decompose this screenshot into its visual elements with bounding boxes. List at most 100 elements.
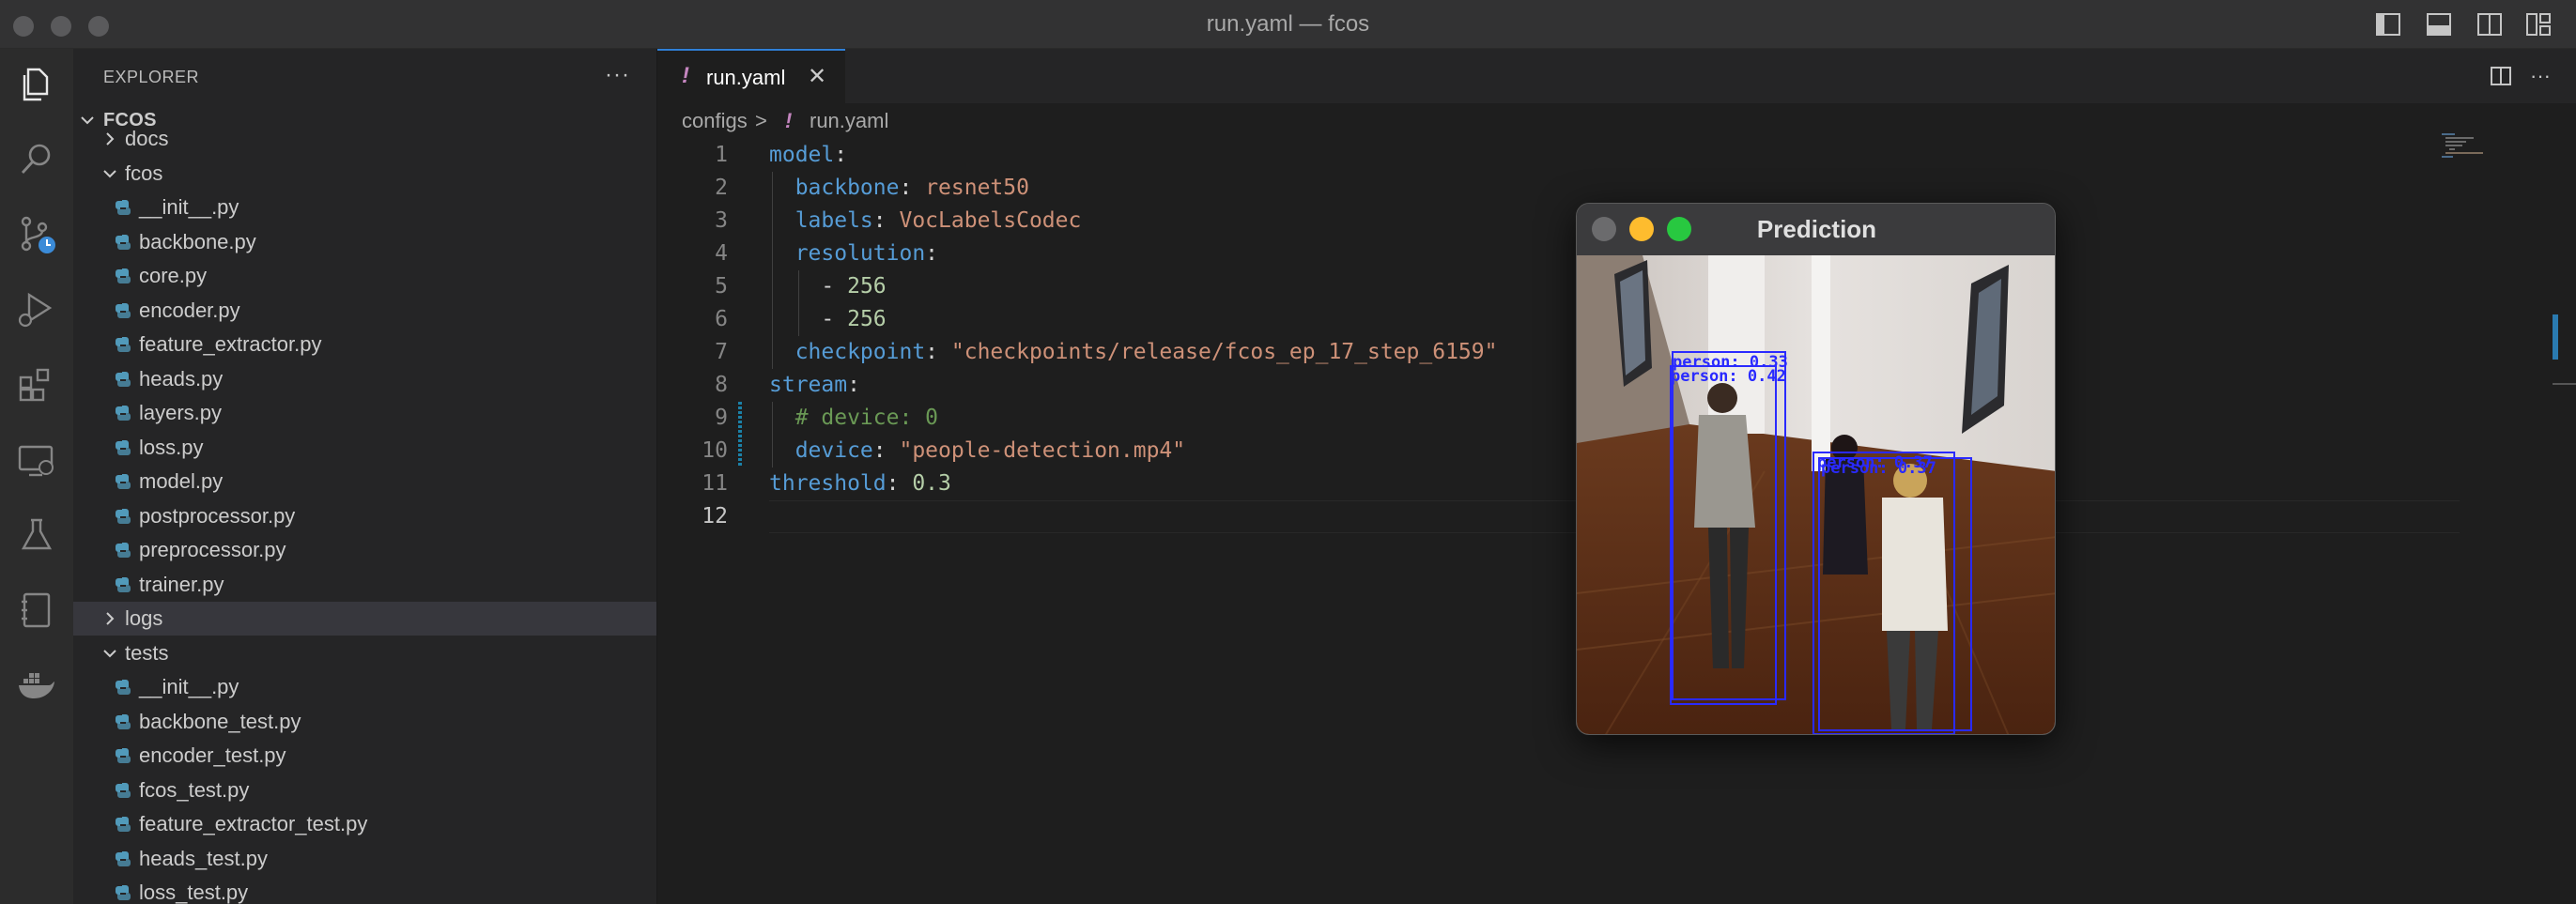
remote-explorer-icon[interactable] (16, 439, 57, 481)
chevron-down-icon (103, 650, 116, 658)
code-text: - 256 (769, 270, 887, 303)
split-editor-icon[interactable] (2489, 64, 2513, 88)
run-debug-icon[interactable] (16, 289, 57, 330)
python-file-icon (116, 577, 131, 592)
prediction-window[interactable]: Prediction person: 0.33 person: 0.42 per… (1576, 203, 2056, 735)
code-line[interactable]: 11 threshold: 0.3 (657, 467, 2442, 500)
line-number: 7 (715, 340, 728, 364)
code-token: : (834, 143, 848, 167)
line-number: 9 (715, 406, 728, 430)
source-control-icon[interactable] (16, 214, 57, 255)
code-token: model (769, 143, 835, 167)
code-token: : (847, 373, 860, 397)
tab-bar: ! run.yaml ✕ ··· (657, 49, 2576, 103)
python-file-icon (116, 200, 131, 215)
tree-file[interactable]: core.py (73, 259, 656, 293)
tree-file-label: encoder_test.py (139, 743, 286, 767)
line-number: 4 (715, 241, 728, 266)
tree-file[interactable]: postprocessor.py (73, 499, 656, 533)
tree-file-label: trainer.py (139, 573, 224, 596)
python-file-icon (116, 543, 131, 558)
explorer-icon[interactable] (16, 64, 57, 105)
code-token: # device: 0 (769, 406, 939, 430)
tree-file[interactable]: loss.py (73, 431, 656, 465)
python-file-icon (116, 817, 131, 832)
docker-icon[interactable] (16, 665, 57, 706)
code-token: 0.3 (912, 471, 951, 496)
code-line[interactable]: 7 checkpoint: "checkpoints/release/fcos_… (657, 336, 2442, 369)
tree-file-label: preprocessor.py (139, 538, 286, 561)
notebook-icon[interactable] (16, 590, 57, 631)
tree-file[interactable]: model.py (73, 465, 656, 498)
toggle-primary-sidebar-icon[interactable] (2374, 11, 2402, 38)
tree-file[interactable]: encoder_test.py (73, 739, 656, 773)
minimap[interactable] (2442, 133, 2517, 161)
code-line[interactable]: 10 device: "people-detection.mp4" (657, 435, 2442, 467)
code-line[interactable]: 3 labels: VocLabelsCodec (657, 205, 2442, 237)
tree-file[interactable]: heads.py (73, 362, 656, 396)
editor-more-actions-icon[interactable]: ··· (2530, 64, 2551, 88)
code-line[interactable]: 1 model: (657, 139, 2442, 172)
python-file-icon (116, 851, 131, 866)
tree-file[interactable]: loss_test.py (73, 876, 656, 904)
code-text: backbone: resnet50 (769, 172, 1029, 205)
tree-file[interactable]: __init__.py (73, 670, 656, 704)
breadcrumb-folder[interactable]: configs (682, 109, 748, 133)
tree-file[interactable]: layers.py (73, 396, 656, 430)
tree-file[interactable]: feature_extractor_test.py (73, 807, 656, 841)
line-number: 6 (715, 307, 728, 331)
code-token: : (872, 438, 900, 463)
tree-file-label: fcos_test.py (139, 778, 250, 802)
search-icon[interactable] (16, 139, 57, 180)
customize-layout-icon[interactable] (2524, 11, 2553, 38)
tree-file[interactable]: __init__.py (73, 191, 656, 224)
code-line[interactable]: 8 stream: (657, 369, 2442, 402)
code-token: 256 (847, 274, 887, 299)
tree-file[interactable]: feature_extractor.py (73, 328, 656, 361)
code-text: resolution: (769, 237, 938, 270)
tree-folder[interactable]: logs (73, 602, 656, 636)
line-number: 1 (715, 143, 728, 167)
python-file-icon (116, 885, 131, 900)
toggle-panel-icon[interactable] (2425, 11, 2453, 38)
scrollbar-thumb[interactable] (2553, 314, 2558, 360)
code-line[interactable]: 4 resolution: (657, 237, 2442, 270)
tree-file[interactable]: backbone.py (73, 225, 656, 259)
tree-folder[interactable]: tests (73, 636, 656, 670)
chevron-right-icon (106, 612, 115, 625)
tree-file[interactable]: trainer.py (73, 568, 656, 602)
code-line[interactable]: 6 - 256 (657, 303, 2442, 336)
code-text: # device: 0 (769, 402, 938, 435)
code-line[interactable]: 12 (657, 500, 2442, 533)
code-line[interactable]: 2 backbone: resnet50 (657, 172, 2442, 205)
code-line[interactable]: 5 - 256 (657, 270, 2442, 303)
toggle-secondary-sidebar-icon[interactable] (2476, 11, 2504, 38)
testing-icon[interactable] (16, 514, 57, 556)
close-icon[interactable]: ✕ (808, 63, 826, 90)
line-number: 8 (715, 373, 728, 397)
code-token: "checkpoints/release/fcos_ep_17_step_615… (950, 340, 1498, 364)
tree-file[interactable]: heads_test.py (73, 842, 656, 876)
code-line[interactable]: 9 # device: 0 (657, 402, 2442, 435)
code-token: : (872, 208, 900, 233)
tree-folder[interactable]: docs (73, 122, 656, 156)
detection-label: person: 0.42 (1671, 367, 1786, 386)
code-text: labels: VocLabelsCodec (769, 205, 1082, 237)
code-token: device (769, 438, 873, 463)
tree-folder[interactable]: fcos (73, 157, 656, 191)
tree-file-label: backbone.py (139, 230, 256, 253)
line-number: 3 (715, 208, 728, 233)
tree-file-label: layers.py (139, 401, 223, 424)
tree-file-label: model.py (139, 469, 224, 493)
tree-file-label: core.py (139, 264, 208, 287)
tree-file[interactable]: encoder.py (73, 294, 656, 328)
breadcrumb-file[interactable]: run.yaml (810, 109, 888, 133)
prediction-titlebar[interactable]: Prediction (1577, 204, 2055, 255)
tab-run-yaml[interactable]: ! run.yaml ✕ (657, 49, 845, 103)
extensions-icon[interactable] (16, 364, 57, 406)
python-file-icon (116, 303, 131, 318)
tree-file[interactable]: fcos_test.py (73, 774, 656, 807)
tree-file-label: feature_extractor.py (139, 332, 322, 356)
tree-file[interactable]: preprocessor.py (73, 533, 656, 567)
tree-file[interactable]: backbone_test.py (73, 705, 656, 739)
